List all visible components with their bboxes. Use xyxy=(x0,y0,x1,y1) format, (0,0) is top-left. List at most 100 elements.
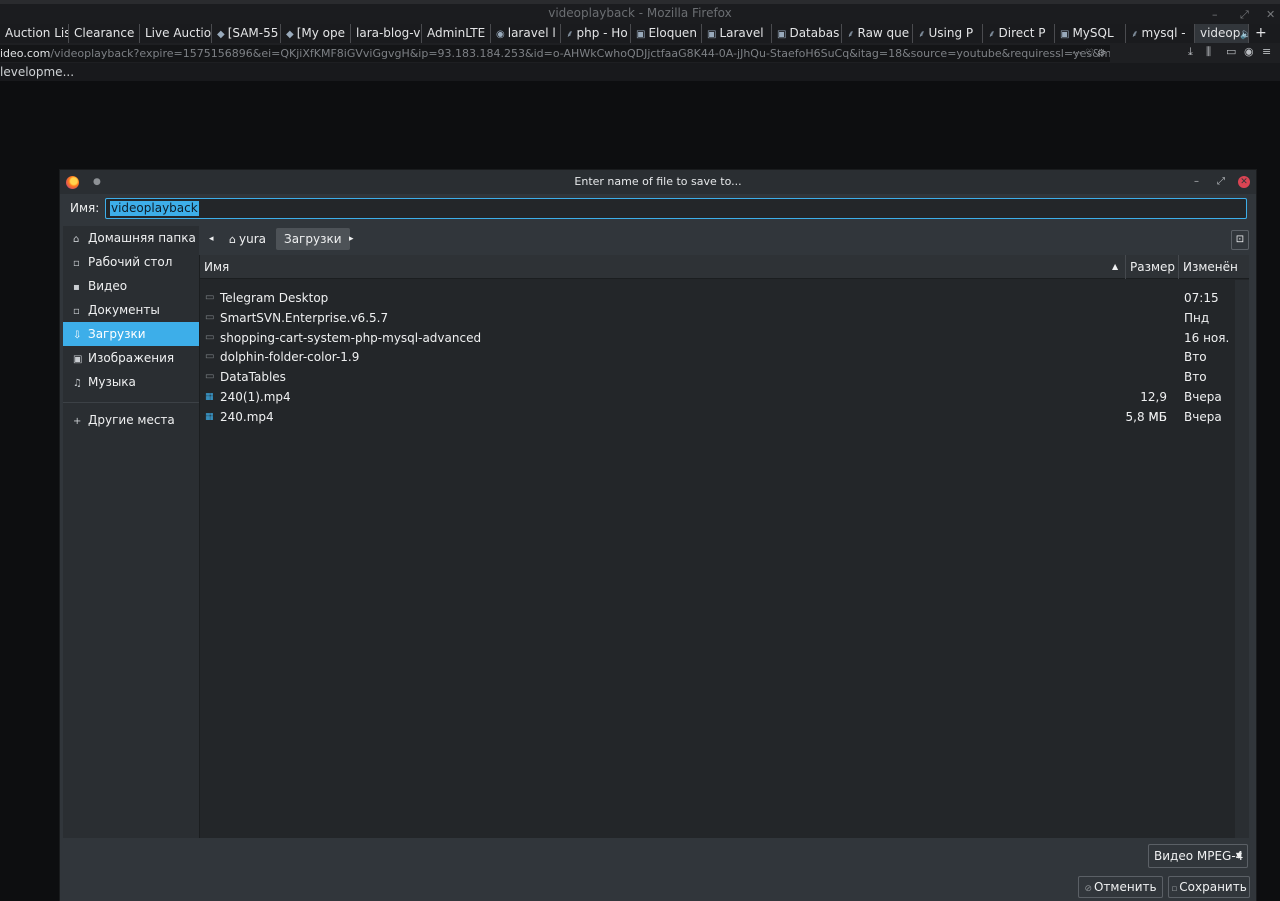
path-back-icon[interactable]: ◂ xyxy=(209,228,214,250)
browser-tab[interactable]: lara-blog-v xyxy=(351,24,422,43)
new-tab-button[interactable]: + xyxy=(1249,24,1273,43)
folder-icon: ▭ xyxy=(205,311,215,323)
sidebar-item[interactable]: ▣ Изображения xyxy=(63,346,199,370)
browser-tab[interactable]: Clearance xyxy=(69,24,140,43)
sidebar-item-label: Документы xyxy=(88,303,160,317)
save-button[interactable]: ▫ Сохранить xyxy=(1168,876,1250,898)
file-name: dolphin-folder-color-1.9 xyxy=(220,350,360,365)
sidebar-item[interactable]: ▫ Рабочий стол xyxy=(63,250,199,274)
browser-tab-active[interactable]: videop🔈 xyxy=(1195,24,1249,43)
dialog-maximize-icon[interactable]: ⤢ xyxy=(1217,170,1225,194)
menu-icon[interactable]: ≡ xyxy=(1262,45,1271,58)
file-name: 240(1).mp4 xyxy=(220,390,291,404)
browser-tab[interactable]: Auction Lis xyxy=(0,24,69,43)
page-actions-icon[interactable]: ⋯ ♡ ⚙ xyxy=(1072,45,1106,62)
tab-label: Raw que xyxy=(857,26,910,40)
sidebar-item-label: Музыка xyxy=(88,375,136,389)
bookmark-item[interactable]: levelopme... xyxy=(0,65,74,79)
browser-tab[interactable]: ◆ [SAM-55 xyxy=(212,24,281,43)
cancel-button[interactable]: ⊘ Отменить xyxy=(1078,876,1163,898)
tab-favicon-icon: ▣ xyxy=(1060,29,1070,40)
browser-window-title: videoplayback - Mozilla Firefox xyxy=(548,6,732,20)
browser-tab[interactable]: ⸙ mysql - xyxy=(1126,24,1195,43)
dialog-minimize-icon[interactable]: – xyxy=(1194,170,1199,194)
column-header-name[interactable]: Имя xyxy=(200,255,1125,279)
path-crumb-current[interactable]: Загрузки xyxy=(276,228,350,250)
tab-label: php - Ho xyxy=(576,26,628,40)
download-icon[interactable]: ⤓ xyxy=(1188,45,1193,59)
tab-label: videop xyxy=(1200,26,1241,40)
tab-label: Clearance xyxy=(74,26,135,40)
file-row[interactable]: ▦ 240.mp4 5,8 МБ Вчера xyxy=(200,407,1236,427)
browser-tab[interactable]: ◉ laravel l xyxy=(491,24,561,43)
new-folder-icon[interactable]: ⊡ xyxy=(1231,230,1249,250)
path-forward-icon[interactable]: ▸ xyxy=(349,228,354,250)
dialog-close-icon[interactable]: ✕ xyxy=(1238,176,1250,188)
account-icon[interactable]: ◉ xyxy=(1244,45,1254,58)
tab-label: [SAM-55 xyxy=(227,26,279,40)
bookmarks-bar: levelopme... xyxy=(0,63,1280,81)
browser-tab[interactable]: ⸙ php - Ho xyxy=(561,24,631,43)
cancel-icon: ⊘ xyxy=(1084,884,1092,894)
tab-favicon-icon: ⸙ xyxy=(566,29,574,40)
browser-tab[interactable]: ◆ [My ope xyxy=(281,24,351,43)
browser-tab[interactable]: Live Auctio xyxy=(140,24,212,43)
sidebar-item[interactable]: ♫ Музыка xyxy=(63,370,199,394)
plus-icon: + xyxy=(73,416,82,427)
file-type-select[interactable]: Видео MPEG-4 ▼ xyxy=(1148,844,1248,868)
browser-tab[interactable]: ▣ Eloquen xyxy=(631,24,702,43)
browser-tab-strip: Auction Lis Clearance Live Auctio ◆ [SAM-55 ◆… xyxy=(0,24,1280,43)
browser-tab[interactable]: ⸙ Raw que xyxy=(842,24,913,43)
tab-favicon-icon: ◆ xyxy=(286,29,294,40)
dialog-title: Enter name of file to save to... xyxy=(574,175,742,188)
column-header-modified[interactable]: Изменён xyxy=(1178,255,1250,279)
file-list-scrollbar[interactable] xyxy=(1235,280,1249,838)
file-row[interactable]: ▭ DataTables Вто xyxy=(200,367,1236,387)
url-bar[interactable]: ideo.com/videoplayback?expire=1575156896… xyxy=(0,45,1110,62)
sidebar-item[interactable]: ⌂ Домашняя папка xyxy=(63,226,199,250)
browser-titlebar: videoplayback - Mozilla Firefox – ⤢ ✕ xyxy=(0,0,1280,24)
sidebar-item[interactable]: ▫ Документы xyxy=(63,298,199,322)
file-row[interactable]: ▦ 240(1).mp4 12,9 МБ Вчера xyxy=(200,387,1236,424)
browser-navbar: ideo.com/videoplayback?expire=1575156896… xyxy=(0,43,1280,63)
filename-input[interactable]: videoplayback xyxy=(105,198,1247,219)
home-icon: ⌂ xyxy=(229,233,236,246)
path-crumb-home[interactable]: ⌂ yura xyxy=(229,228,266,250)
browser-tab[interactable]: ⸙ Direct P xyxy=(983,24,1055,43)
sidebar-item-other-places[interactable]: + Другие места xyxy=(63,408,199,432)
titlebar-strip xyxy=(0,0,1280,4)
filename-row: Имя: videoplayback xyxy=(60,198,1256,220)
sidebar-icon[interactable]: ▭ xyxy=(1226,45,1236,58)
browser-tab[interactable]: ▣ MySQL xyxy=(1055,24,1126,43)
tab-favicon-icon: ▣ xyxy=(777,29,787,40)
tab-label: laravel l xyxy=(507,26,556,40)
file-row[interactable]: ▭ dolphin-folder-color-1.9 Вто xyxy=(200,347,1236,367)
sidebar-item[interactable]: ⇩ Загрузки xyxy=(63,322,199,346)
tab-label: Auction Lis xyxy=(5,26,69,40)
save-icon: ▫ xyxy=(1171,884,1178,894)
file-name: Telegram Desktop xyxy=(220,291,329,305)
url-host: ideo.com xyxy=(0,47,51,60)
save-button-label: Сохранить xyxy=(1179,880,1247,894)
folder-icon: ▭ xyxy=(205,351,215,363)
sidebar-item[interactable]: ▪ Видео xyxy=(63,274,199,298)
tab-label: Eloquen xyxy=(648,26,697,40)
browser-tab[interactable]: ▣ Databas xyxy=(772,24,842,43)
file-row[interactable]: ▭ Telegram Desktop 07:15 xyxy=(200,288,1236,308)
tab-favicon-icon: ⸙ xyxy=(847,29,855,40)
video-file-icon: ▦ xyxy=(205,392,214,402)
pin-icon[interactable]: ● xyxy=(93,170,101,194)
file-modified: Вто xyxy=(1184,370,1207,385)
browser-tab[interactable]: ▣ Laravel xyxy=(702,24,772,43)
file-row[interactable]: ▭ shopping-cart-system-php-mysql-advanced… xyxy=(200,328,1236,348)
file-row[interactable]: ▭ SmartSVN.Enterprise.v6.5.7 Пнд xyxy=(200,308,1236,328)
place-icon: ▫ xyxy=(73,306,80,317)
column-header-size[interactable]: Размер xyxy=(1125,255,1178,279)
browser-tab[interactable]: ⸙ Using P xyxy=(913,24,983,43)
folder-icon: ▭ xyxy=(205,371,215,383)
sidebar-item-label: Видео xyxy=(88,279,128,293)
folder-icon: ▭ xyxy=(205,331,215,343)
library-icon[interactable]: ⫼ xyxy=(1206,45,1211,59)
video-file-icon: ▦ xyxy=(205,411,214,422)
browser-tab[interactable]: AdminLTE xyxy=(422,24,491,43)
